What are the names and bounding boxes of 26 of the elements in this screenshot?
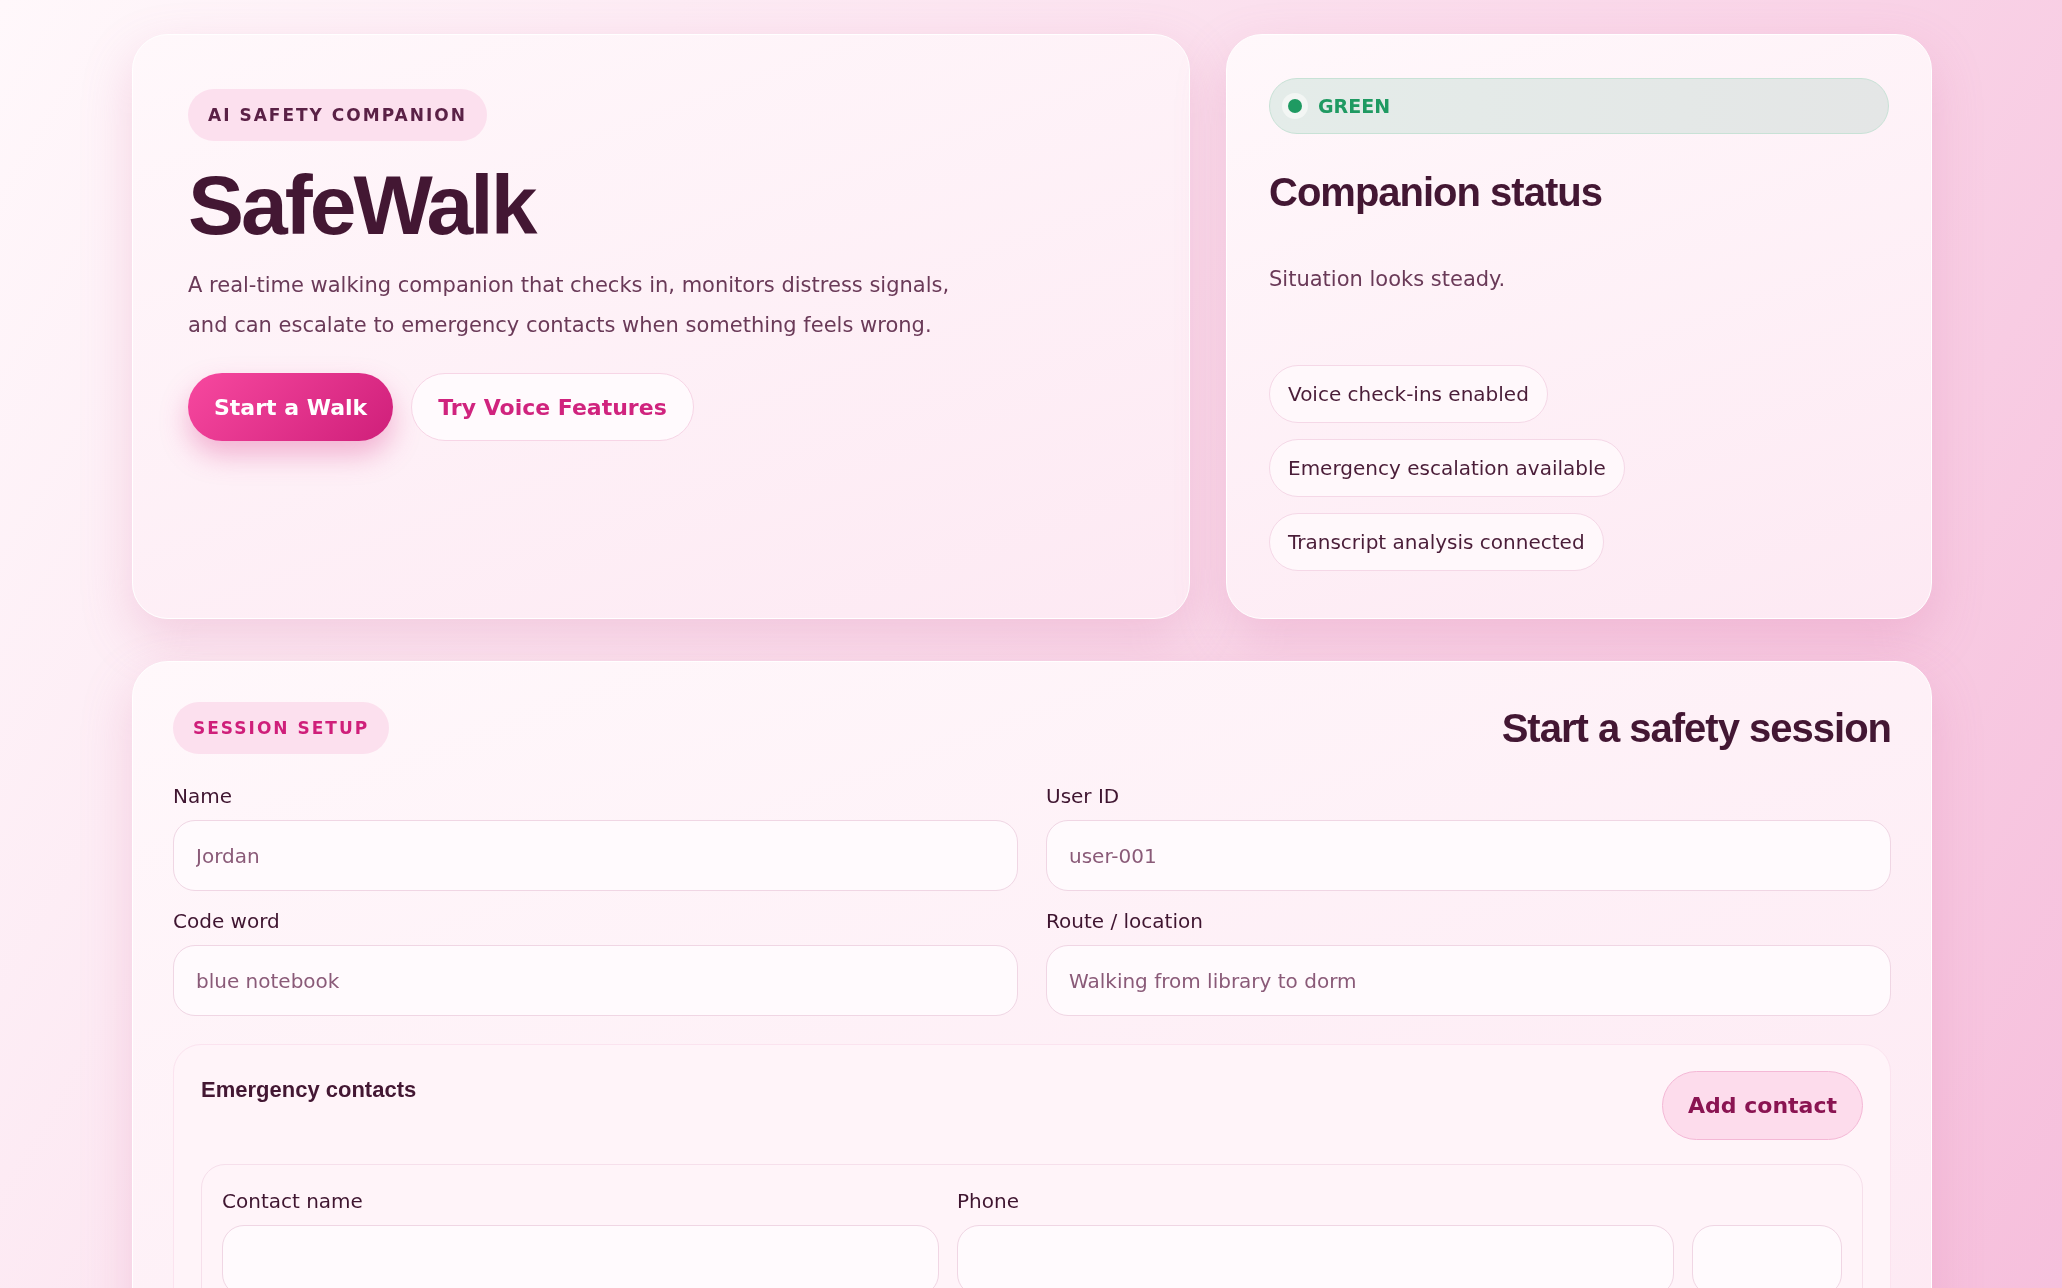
field-label: Phone	[957, 1189, 1020, 1213]
input-field[interactable]: user-001	[1046, 820, 1891, 891]
panel-title: Emergency contacts	[201, 1077, 417, 1103]
start-walk-button[interactable]: Start a Walk	[188, 373, 394, 441]
section-label: SESSION SETUP	[173, 702, 390, 754]
status-label: GREEN	[1318, 95, 1391, 117]
field-label: Contact name	[222, 1189, 364, 1213]
section-title: Start a safety session	[1501, 705, 1891, 751]
card-title: Companion status	[1269, 170, 1603, 215]
input-field[interactable]	[222, 1225, 939, 1288]
app-title: SafeWalk	[188, 163, 535, 247]
voice-features-button[interactable]: Try Voice Features	[411, 373, 694, 441]
tag-label: AI SAFETY COMPANION	[188, 89, 487, 141]
input-field[interactable]: blue notebook	[173, 945, 1018, 1016]
add-contact-button[interactable]: Add contact	[1662, 1071, 1863, 1140]
feature-chip: Transcript analysis connected	[1269, 513, 1604, 571]
field-label: Route / location	[1046, 909, 1204, 933]
field-label: Name	[173, 784, 233, 808]
field-label: Code word	[173, 909, 281, 933]
feature-chip: Emergency escalation available	[1269, 439, 1625, 497]
status-message: Situation looks steady.	[1269, 267, 1507, 291]
app-description: A real-time walking companion that checks in, monitors distress signals, and can escalate to emergency contacts when something feels wrong.	[188, 272, 951, 339]
feature-chip: Voice check-ins enabled	[1269, 365, 1548, 423]
input-field[interactable]: Walking from library to dorm	[1046, 945, 1891, 1016]
input-field[interactable]	[957, 1225, 1674, 1288]
field-label: User ID	[1046, 784, 1121, 808]
